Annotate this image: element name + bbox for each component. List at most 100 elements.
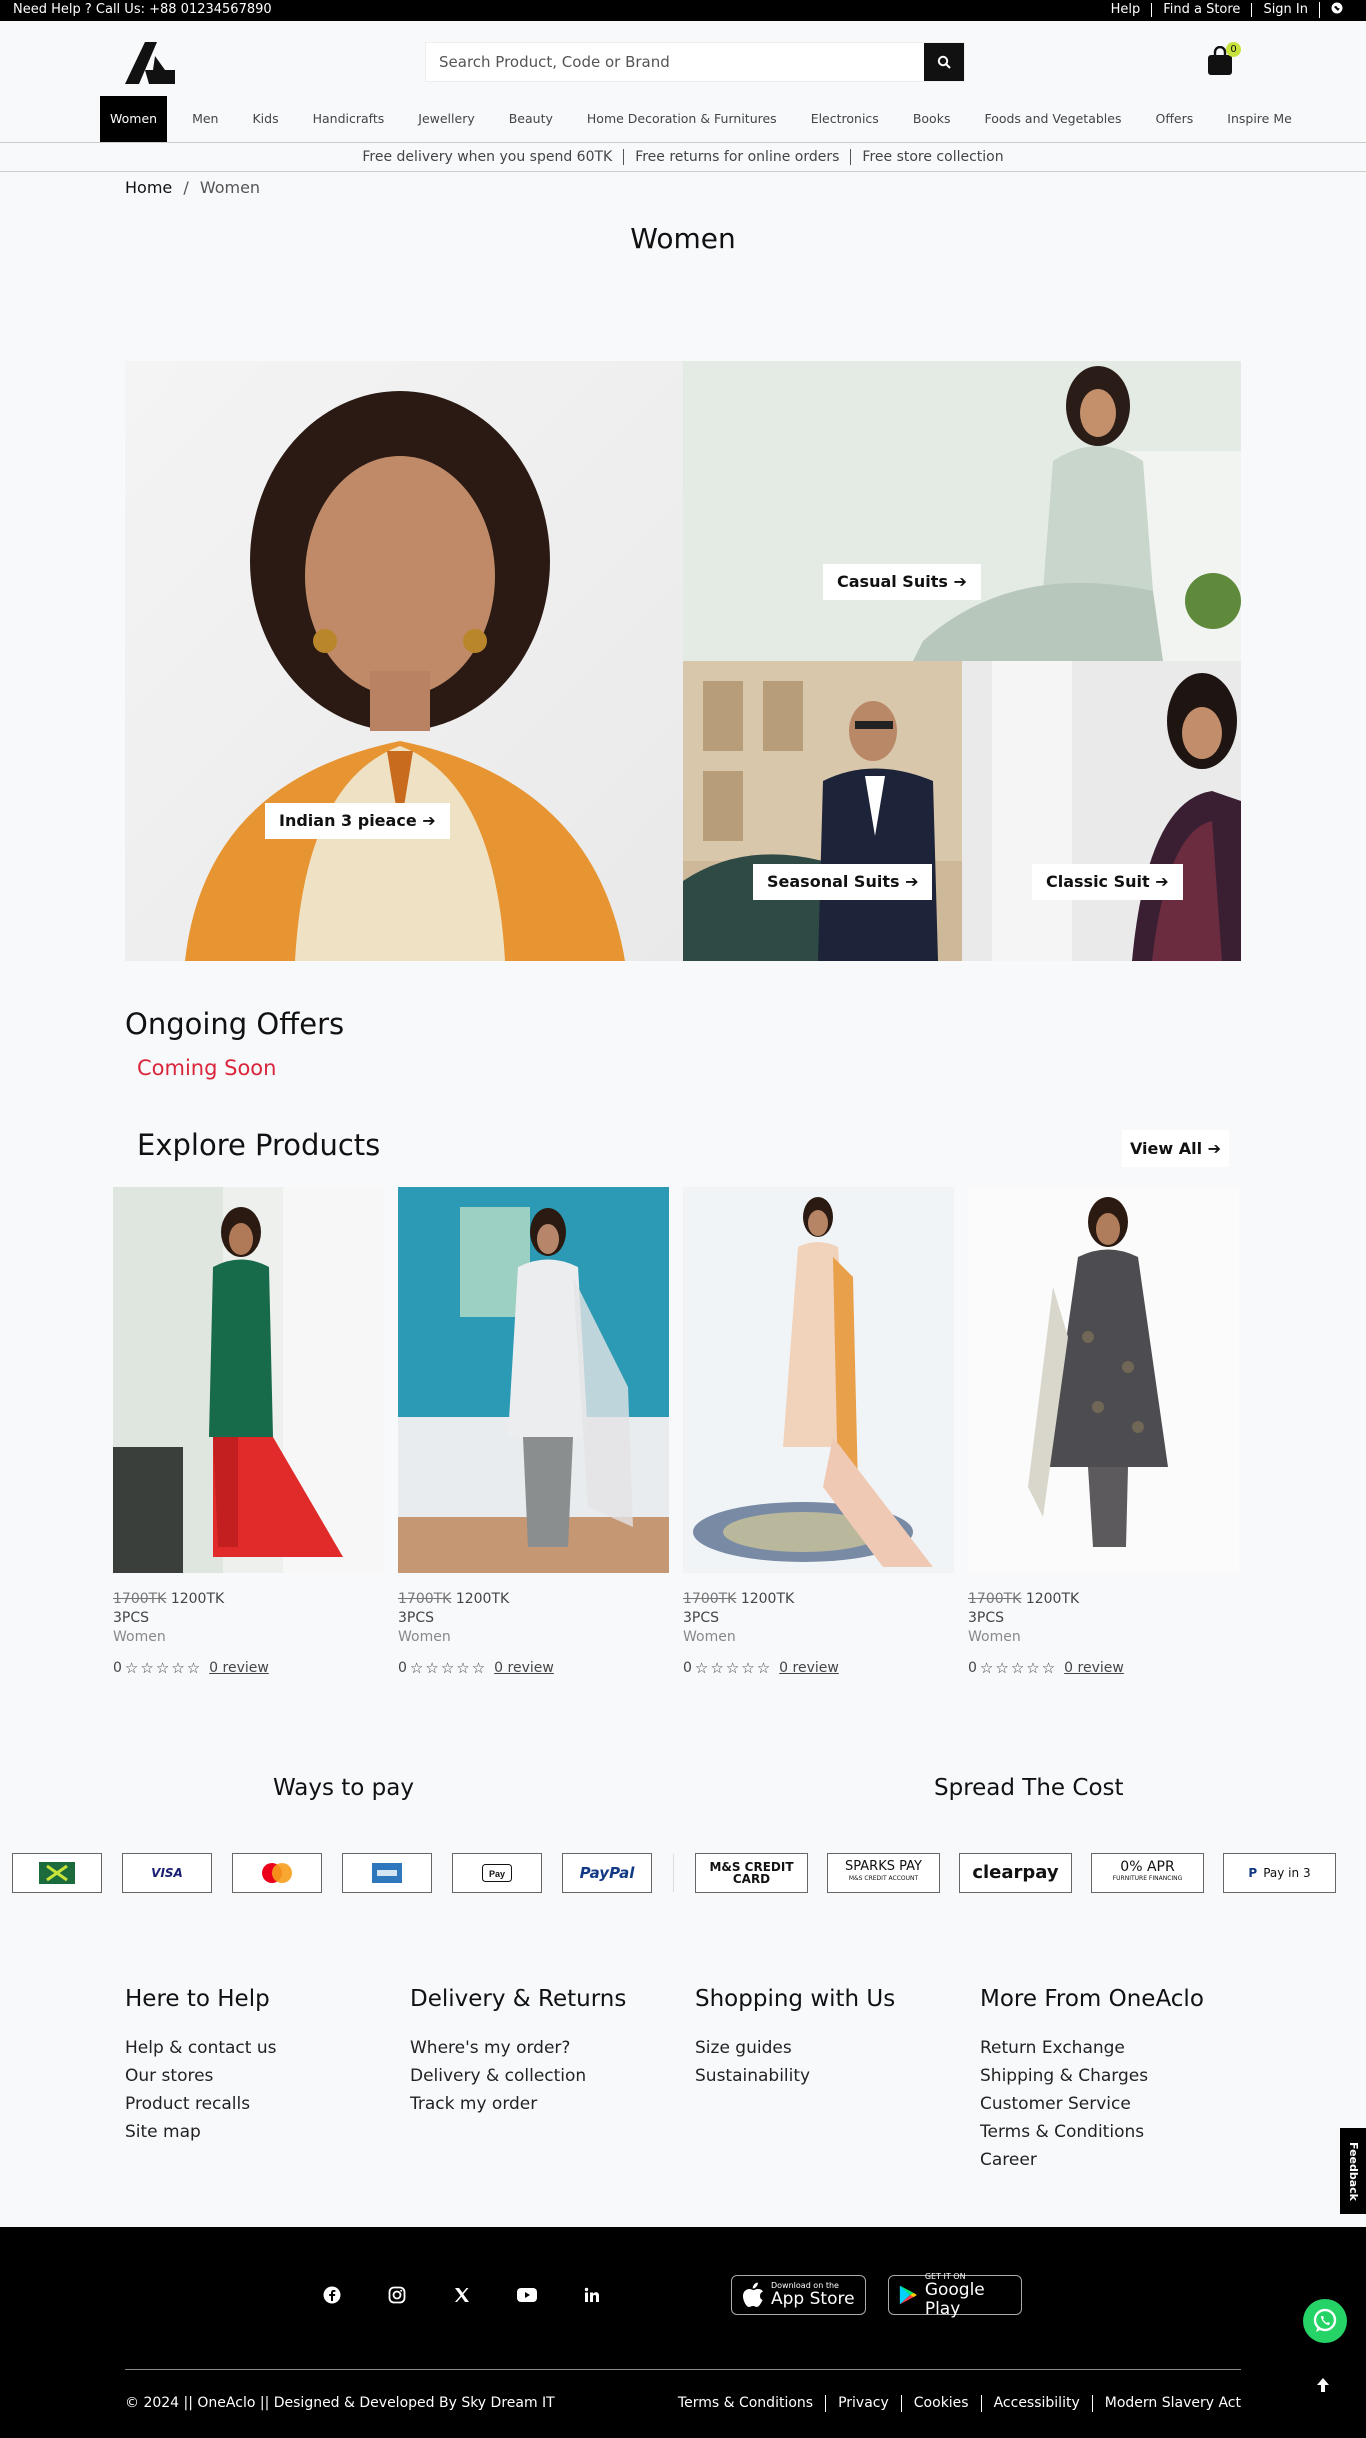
footer-col-shopping: Shopping with Us Size guides Sustainabil…: [695, 1986, 895, 2090]
hero-tile-seasonal[interactable]: Seasonal Suits ➔: [683, 661, 962, 961]
hero-label-seasonal[interactable]: Seasonal Suits ➔: [753, 864, 933, 900]
nav-item-handicrafts[interactable]: Handicrafts: [296, 96, 402, 142]
product-old-price: 1700TK: [968, 1591, 1022, 1607]
review-link[interactable]: 0 review: [1064, 1660, 1124, 1676]
page-title: Women: [630, 222, 736, 255]
find-store-link[interactable]: Find a Store: [1151, 3, 1251, 17]
linkedin-icon[interactable]: [581, 2284, 603, 2306]
footer-link[interactable]: Delivery & collection: [410, 2062, 626, 2090]
hero-image-indian: [185, 391, 625, 961]
footer-link[interactable]: Site map: [125, 2118, 276, 2146]
copyright-text: © 2024 || OneAclo || Designed & Develope…: [125, 2395, 555, 2411]
help-link[interactable]: Help: [1100, 3, 1152, 17]
modern-slavery-link[interactable]: Modern Slavery Act: [1091, 2395, 1241, 2412]
apple-icon: [743, 2282, 763, 2307]
footer-link[interactable]: Shipping & Charges: [980, 2062, 1204, 2090]
product-card[interactable]: 1700TK 1200TK 3PCS Women 0 ☆☆☆☆☆ 0 review: [683, 1187, 954, 1677]
review-link[interactable]: 0 review: [494, 1660, 554, 1676]
search-bar: Search Product, Code or Brand: [425, 42, 965, 82]
nav-item-women[interactable]: Women: [100, 96, 168, 142]
google-play-badge[interactable]: GET IT ON Google Play: [888, 2272, 1022, 2318]
nav-item-kids[interactable]: Kids: [235, 96, 295, 142]
payments-divider: [673, 1854, 674, 1892]
product-card[interactable]: 1700TK 1200TK 3PCS Women 0 ☆☆☆☆☆ 0 review: [398, 1187, 669, 1677]
footer-link[interactable]: Track my order: [410, 2090, 626, 2118]
product-qty: 3PCS: [113, 1610, 150, 1626]
search-button[interactable]: [924, 43, 964, 81]
arrow-right-icon: ➔: [905, 872, 919, 891]
nav-item-beauty[interactable]: Beauty: [492, 96, 570, 142]
cookies-link[interactable]: Cookies: [900, 2395, 981, 2412]
star-rating-icon: ☆☆☆☆☆: [979, 1659, 1058, 1677]
nav-item-inspire[interactable]: Inspire Me: [1210, 96, 1309, 142]
footer-link[interactable]: Return Exchange: [980, 2034, 1204, 2062]
whatsapp-chat-button[interactable]: [1303, 2299, 1347, 2343]
sign-in-link[interactable]: Sign In: [1251, 3, 1319, 17]
nav-item-electronics[interactable]: Electronics: [794, 96, 896, 142]
review-link[interactable]: 0 review: [779, 1660, 839, 1676]
nav-item-books[interactable]: Books: [896, 96, 968, 142]
product-image[interactable]: [968, 1187, 1239, 1573]
footer-link[interactable]: Our stores: [125, 2062, 276, 2090]
hero-label-casual[interactable]: Casual Suits ➔: [823, 564, 981, 600]
product-image[interactable]: [113, 1187, 384, 1573]
accessibility-link[interactable]: Accessibility: [980, 2395, 1092, 2412]
footer-link[interactable]: Terms & Conditions: [980, 2118, 1204, 2146]
google-play-icon: [899, 2285, 917, 2305]
privacy-link[interactable]: Privacy: [825, 2395, 901, 2412]
facebook-icon[interactable]: [321, 2284, 343, 2306]
hero-tile-indian[interactable]: Indian 3 pieace ➔: [125, 361, 683, 961]
cart-button[interactable]: 0: [1206, 42, 1241, 78]
product-rating: 0 ☆☆☆☆☆ 0 review: [398, 1659, 669, 1677]
product-old-price: 1700TK: [398, 1591, 452, 1607]
nav-item-offers[interactable]: Offers: [1138, 96, 1210, 142]
ms-credit-card-option: M&S CREDIT CARD: [695, 1853, 808, 1893]
feedback-tab[interactable]: Feedback: [1340, 2128, 1366, 2214]
breadcrumb-home[interactable]: Home: [125, 178, 172, 197]
cart-count-badge: 0: [1226, 42, 1241, 57]
nav-item-men[interactable]: Men: [175, 96, 235, 142]
hero-label-classic[interactable]: Classic Suit ➔: [1032, 864, 1183, 900]
footer-link[interactable]: Help & contact us: [125, 2034, 276, 2062]
view-all-button[interactable]: View All ➔: [1122, 1130, 1229, 1167]
product-category: Women: [968, 1629, 1021, 1645]
product-card[interactable]: 1700TK 1200TK 3PCS Women 0 ☆☆☆☆☆ 0 review: [968, 1187, 1239, 1677]
hero-tile-casual[interactable]: Casual Suits ➔: [683, 361, 1241, 661]
hero-tile-classic[interactable]: Classic Suit ➔: [962, 661, 1241, 961]
explore-products-title: Explore Products: [137, 1128, 381, 1162]
nav-item-foods[interactable]: Foods and Vegetables: [967, 96, 1138, 142]
x-twitter-icon[interactable]: [451, 2284, 473, 2306]
arrow-right-icon: ➔: [1155, 872, 1169, 891]
footer-link[interactable]: Product recalls: [125, 2090, 276, 2118]
hero-label-indian[interactable]: Indian 3 pieace ➔: [265, 803, 450, 839]
star-rating-icon: ☆☆☆☆☆: [124, 1659, 203, 1677]
product-category: Women: [683, 1629, 736, 1645]
nav-item-jewellery[interactable]: Jewellery: [401, 96, 491, 142]
footer-link[interactable]: Customer Service: [980, 2090, 1204, 2118]
breadcrumb: Home / Women: [125, 178, 260, 197]
globe-icon[interactable]: [1319, 2, 1354, 18]
product-image[interactable]: [398, 1187, 669, 1573]
app-store-badge[interactable]: Download on the App Store: [731, 2275, 866, 2315]
nav-item-home-decoration[interactable]: Home Decoration & Furnitures: [570, 96, 794, 142]
youtube-icon[interactable]: [516, 2284, 538, 2306]
visa-label: VISA: [151, 1866, 183, 1880]
product-image[interactable]: [683, 1187, 954, 1573]
footer-link[interactable]: Sustainability: [695, 2062, 895, 2090]
footer-link[interactable]: Where's my order?: [410, 2034, 626, 2062]
product-price: 1700TK 1200TK: [683, 1591, 954, 1607]
footer-link[interactable]: Size guides: [695, 2034, 895, 2062]
paypal-icon: PayPal: [562, 1853, 652, 1893]
search-input[interactable]: Search Product, Code or Brand: [439, 53, 670, 71]
footer-link[interactable]: Career: [980, 2146, 1204, 2174]
footer-col-title: Delivery & Returns: [410, 1986, 627, 2012]
back-to-top-button[interactable]: [1312, 2374, 1334, 2396]
hero-label-indian-text: Indian 3 pieace: [279, 811, 417, 830]
visa-icon: VISA: [122, 1853, 212, 1893]
instagram-icon[interactable]: [386, 2284, 408, 2306]
site-logo[interactable]: [125, 42, 175, 84]
hero-label-classic-text: Classic Suit: [1046, 872, 1150, 891]
product-card[interactable]: 1700TK 1200TK 3PCS Women 0 ☆☆☆☆☆ 0 review: [113, 1187, 384, 1677]
terms-link[interactable]: Terms & Conditions: [666, 2395, 825, 2412]
review-link[interactable]: 0 review: [209, 1660, 269, 1676]
